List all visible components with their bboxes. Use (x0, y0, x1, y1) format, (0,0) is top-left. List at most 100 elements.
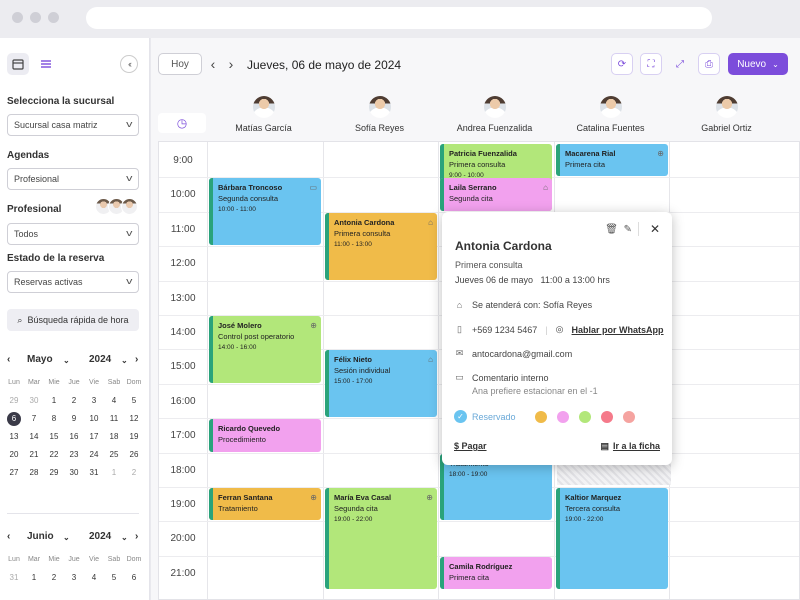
appointment-card[interactable]: María Eva Casal Segunda cita 19:00 - 22:00… (325, 488, 437, 590)
professional-header[interactable]: Sofía Reyes (322, 96, 437, 133)
status-select[interactable]: Reservas activas v (7, 271, 139, 293)
calendar-day[interactable]: 16 (64, 428, 84, 446)
professional-select[interactable]: Todos v (7, 223, 139, 245)
calendar-day[interactable]: 13 (4, 428, 24, 446)
calendar-day[interactable]: 12 (124, 410, 144, 428)
address-bar[interactable] (86, 7, 712, 29)
calendar-day[interactable]: 17 (84, 428, 104, 446)
color-swatch[interactable] (557, 411, 569, 423)
fullscreen-button[interactable]: ⤢ (669, 53, 691, 75)
calendar-day[interactable]: 19 (124, 428, 144, 446)
next-month-button[interactable]: › (135, 354, 138, 365)
calendar-day[interactable]: 30 (64, 464, 84, 482)
calendar-day[interactable]: 22 (44, 446, 64, 464)
professional-header[interactable]: Matías García (206, 96, 321, 133)
print-button[interactable]: ⎙ (698, 53, 720, 75)
list-view-button[interactable] (35, 53, 57, 75)
calendar-day[interactable]: 6 (124, 569, 144, 587)
appointment-card[interactable]: Camila Rodríguez Primera cita (440, 556, 552, 590)
agendas-select[interactable]: Profesional v (7, 168, 139, 190)
calendar-day[interactable]: 23 (64, 446, 84, 464)
calendar-day[interactable]: 8 (44, 410, 64, 428)
calendar-day[interactable]: 4 (104, 392, 124, 410)
calendar-day[interactable]: 21 (24, 446, 44, 464)
collapse-sidebar-button[interactable]: ‹‹ (120, 55, 138, 73)
color-swatch[interactable] (601, 411, 613, 423)
calendar-day[interactable]: 5 (104, 569, 124, 587)
calendar-day[interactable]: 25 (104, 446, 124, 464)
calendar-day[interactable]: 1 (24, 569, 44, 587)
file-link[interactable]: ▤ Ir a la ficha (600, 441, 660, 452)
calendar-day[interactable]: 29 (44, 464, 64, 482)
calendar-day[interactable]: 1 (44, 392, 64, 410)
calendar-day[interactable]: 27 (4, 464, 24, 482)
appointment-card[interactable]: Bárbara Troncoso Segunda consulta 10:00 - … (209, 178, 321, 246)
branch-select[interactable]: Sucursal casa matriz v (7, 114, 139, 136)
quick-search-button[interactable]: ⌕ Búsqueda rápida de hora (7, 309, 139, 331)
calendar-day[interactable]: 2 (64, 392, 84, 410)
next-month-button[interactable]: › (135, 531, 138, 542)
status-chip[interactable]: ✓ Reservado (454, 410, 516, 423)
prev-month-button[interactable]: ‹ (7, 354, 10, 365)
calendar-day[interactable]: 3 (84, 392, 104, 410)
calendar-day[interactable]: 29 (4, 392, 24, 410)
calendar-day[interactable]: 2 (44, 569, 64, 587)
calendar-day[interactable]: 15 (44, 428, 64, 446)
today-button[interactable]: Hoy (158, 53, 202, 75)
edit-icon[interactable]: ✎ (624, 224, 632, 235)
pay-link[interactable]: $ Pagar (454, 441, 487, 451)
next-button[interactable]: › (224, 53, 238, 75)
professional-header[interactable]: Andrea Fuenzalida (437, 96, 552, 133)
refresh-button[interactable]: ⟳ (611, 53, 633, 75)
appointment-card[interactable]: Laila Serrano Segunda cita ⌂ (440, 178, 552, 211)
appointment-card[interactable]: Ferran Santana Tratamiento ⊕ (209, 488, 321, 521)
appointment-card[interactable]: Ricardo Quevedo Procedimiento (209, 419, 321, 452)
time-zone-button[interactable]: ◷ (158, 113, 206, 133)
whatsapp-link[interactable]: Hablar por WhatsApp (572, 325, 664, 335)
calendar-day[interactable]: 4 (84, 569, 104, 587)
year-label[interactable]: 2024 (89, 531, 111, 542)
calendar-day[interactable]: 24 (84, 446, 104, 464)
calendar-day[interactable]: 26 (124, 446, 144, 464)
prev-month-button[interactable]: ‹ (7, 531, 10, 542)
appointment-card[interactable]: Macarena Rial Primera cita ⊕ (556, 144, 668, 177)
color-swatch[interactable] (535, 411, 547, 423)
calendar-day[interactable]: 6 (4, 410, 24, 428)
calendar-day[interactable]: 28 (24, 464, 44, 482)
calendar-day[interactable]: 31 (84, 464, 104, 482)
year-dropdown-icon[interactable]: ⌄ (121, 533, 128, 542)
prev-button[interactable]: ‹ (206, 53, 220, 75)
calendar-day[interactable]: 5 (124, 392, 144, 410)
appointment-card[interactable]: Félix Nieto Sesión individual 15:00 - 17:0… (325, 350, 437, 418)
calendar-day[interactable]: 1 (104, 464, 124, 482)
professional-header[interactable]: Catalina Fuentes (553, 96, 668, 133)
calendar-day[interactable]: 3 (64, 569, 84, 587)
calendar-day[interactable]: 7 (24, 410, 44, 428)
calendar-day[interactable]: 2 (124, 464, 144, 482)
calendar-day[interactable]: 10 (84, 410, 104, 428)
month-label[interactable]: Junio (27, 531, 54, 542)
calendar-day[interactable]: 14 (24, 428, 44, 446)
calendar-day[interactable]: 20 (4, 446, 24, 464)
color-swatch[interactable] (623, 411, 635, 423)
close-icon[interactable]: ✕ (650, 222, 660, 236)
calendar-view-button[interactable] (7, 53, 29, 75)
month-dropdown-icon[interactable]: ⌄ (63, 356, 70, 365)
fit-screen-button[interactable]: ⛶ (640, 53, 662, 75)
calendar-day[interactable]: 9 (64, 410, 84, 428)
calendar-day[interactable]: 30 (24, 392, 44, 410)
month-dropdown-icon[interactable]: ⌄ (63, 533, 70, 542)
year-dropdown-icon[interactable]: ⌄ (121, 356, 128, 365)
year-label[interactable]: 2024 (89, 354, 111, 365)
calendar-day[interactable]: 18 (104, 428, 124, 446)
calendar-day[interactable]: 11 (104, 410, 124, 428)
trash-icon[interactable]: 🗑 (605, 224, 618, 235)
appointment-card[interactable]: Kaltior Marquez Tercera consulta 19:00 - 2… (556, 488, 668, 590)
new-button[interactable]: Nuevo ⌄ (728, 53, 788, 75)
appointment-card[interactable]: Antonia Cardona Primera consulta 11:00 - 1… (325, 212, 437, 280)
month-label[interactable]: Mayo (27, 354, 53, 365)
calendar-day[interactable]: 31 (4, 569, 24, 587)
appointment-card[interactable]: José Molero Control post operatorio 14:00 … (209, 316, 321, 383)
professional-header[interactable]: Gabriel Ortiz (669, 96, 784, 133)
calendar-day-today[interactable]: 6 (7, 412, 21, 426)
